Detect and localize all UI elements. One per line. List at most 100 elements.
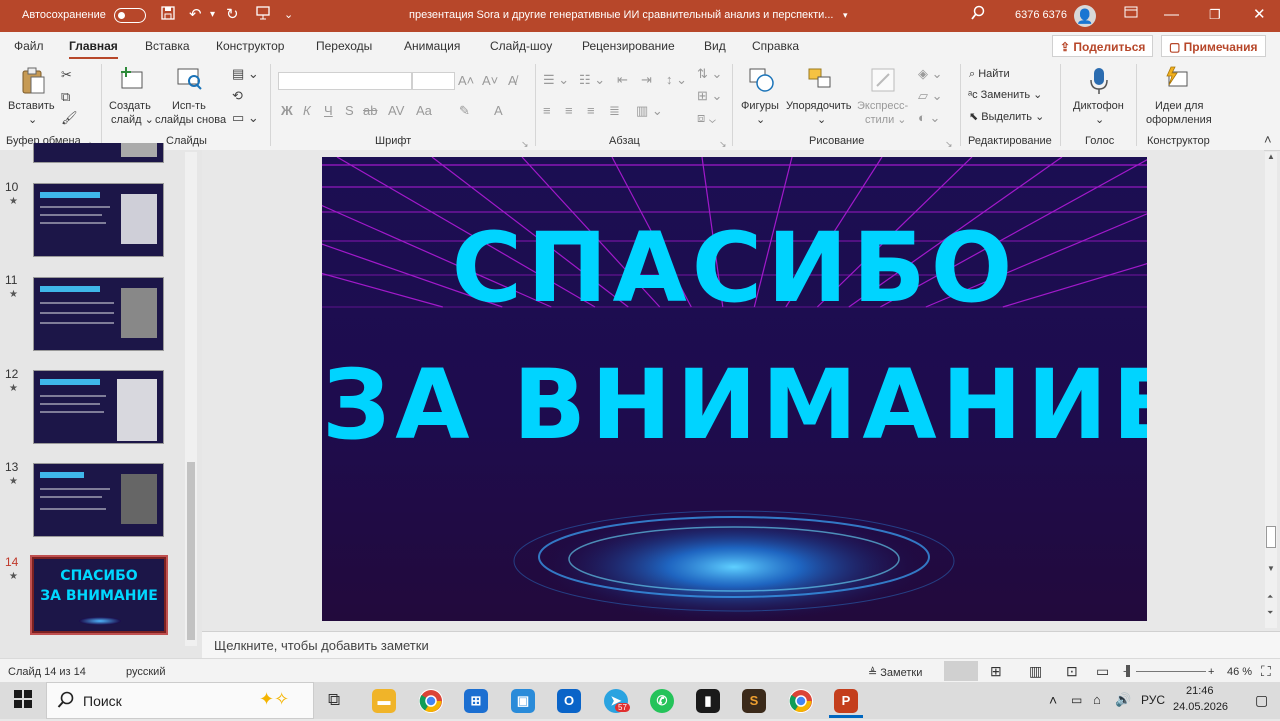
font-size-select[interactable]	[412, 72, 455, 90]
align-text-icon[interactable]: ⊞ ⌄	[697, 88, 722, 104]
volume-icon[interactable]: 🔊	[1115, 692, 1131, 708]
minimize-icon[interactable]: —	[1164, 5, 1179, 25]
dictate-label[interactable]: Диктофон	[1073, 99, 1124, 113]
font-color-icon[interactable]: A	[494, 103, 503, 119]
slide-thumbnail-9[interactable]	[33, 143, 164, 163]
normal-view-icon[interactable]: ⊞	[990, 663, 1002, 680]
shapes-icon[interactable]	[747, 66, 777, 100]
chrome-profile-icon[interactable]	[789, 689, 813, 713]
new-slide-label-2[interactable]: слайд ⌄	[111, 113, 154, 127]
sublime-icon[interactable]: S	[742, 689, 766, 713]
undo-icon[interactable]: ↶	[189, 5, 202, 25]
arrange-icon[interactable]	[806, 66, 836, 100]
taskbar-search[interactable]: Поиск ✦✧	[46, 682, 314, 719]
shapes-dropdown-icon[interactable]: ⌄	[756, 113, 765, 127]
columns-icon[interactable]: ▥ ⌄	[636, 103, 663, 119]
battery-icon[interactable]: ▭	[1071, 693, 1082, 707]
tab-view[interactable]: Вид	[704, 39, 726, 53]
replace-button[interactable]: ᵃc Заменить ⌄	[968, 88, 1042, 102]
next-slide-icon[interactable]: ⏷	[1267, 608, 1273, 618]
undo-dropdown-icon[interactable]: ▾	[210, 5, 215, 25]
fit-slide-icon[interactable]: ⛶	[1261, 663, 1271, 680]
paste-dropdown-icon[interactable]: ⌄	[28, 113, 37, 127]
text-direction-icon[interactable]: ⇅ ⌄	[697, 66, 722, 82]
network-icon[interactable]: ⌂	[1093, 692, 1101, 707]
tab-help[interactable]: Справка	[752, 39, 799, 53]
slide-thumbnail-11[interactable]	[33, 277, 164, 351]
slide-thumbnail-12[interactable]	[33, 370, 164, 444]
slide-scrollbar[interactable]: ▲ ▼ ⏶ ⏷	[1265, 152, 1277, 628]
tab-insert[interactable]: Вставка	[145, 39, 190, 53]
collapse-ribbon-icon[interactable]: ˄	[1264, 132, 1272, 148]
close-icon[interactable]: ✕	[1253, 5, 1266, 25]
quick-styles-label-1[interactable]: Экспресс-	[857, 99, 908, 113]
save-icon[interactable]	[160, 5, 176, 27]
numbering-icon[interactable]: ☷ ⌄	[579, 72, 605, 88]
zoom-slider[interactable]	[1136, 671, 1206, 672]
char-spacing-icon[interactable]: AV	[388, 103, 404, 119]
shadow-icon[interactable]: S	[345, 103, 354, 119]
notification-icon[interactable]: ▢	[1255, 692, 1268, 709]
design-ideas-label-2[interactable]: оформления	[1146, 113, 1212, 127]
share-button[interactable]: ⇪ Поделиться	[1052, 35, 1154, 57]
align-center-icon[interactable]: ≡	[565, 103, 573, 119]
powerpoint-icon[interactable]: P	[834, 689, 858, 713]
align-left-icon[interactable]: ≡	[543, 103, 551, 119]
reuse-slides-icon[interactable]	[176, 66, 204, 98]
tab-review[interactable]: Рецензирование	[582, 39, 675, 53]
increase-font-icon[interactable]: A˄	[458, 73, 474, 89]
new-slide-icon[interactable]	[116, 66, 144, 98]
shape-outline-icon[interactable]: ▱ ⌄	[918, 88, 943, 104]
reuse-slides-label-1[interactable]: Исп-ть	[172, 99, 206, 113]
decrease-indent-icon[interactable]: ⇤	[617, 72, 628, 88]
tray-expand-icon[interactable]: ˄	[1049, 692, 1057, 708]
thumbnail-scrollbar[interactable]	[185, 152, 197, 646]
shapes-label[interactable]: Фигуры	[741, 99, 779, 113]
arrange-label[interactable]: Упорядочить	[786, 99, 851, 113]
microphone-icon[interactable]	[1087, 66, 1111, 102]
reuse-slides-label-2[interactable]: слайды снова	[155, 113, 226, 127]
bold-icon[interactable]: Ж	[281, 103, 293, 119]
current-slide[interactable]: СПАСИБО ЗА ВНИМАНИЕ	[322, 157, 1147, 621]
shape-fill-icon[interactable]: ◈ ⌄	[918, 66, 943, 82]
strikethrough-icon[interactable]: ab	[363, 103, 377, 119]
slide-title-line2[interactable]: ЗА ВНИМАНИЕ	[322, 350, 1147, 460]
whatsapp-icon[interactable]: ✆	[650, 689, 674, 713]
dictate-dropdown-icon[interactable]: ⌄	[1095, 113, 1104, 127]
chrome-icon[interactable]	[419, 689, 443, 713]
input-language[interactable]: РУС	[1141, 693, 1165, 707]
shape-effects-icon[interactable]: ◐ ⌄	[918, 110, 940, 126]
copy-icon[interactable]: ⧉	[61, 89, 70, 105]
new-slide-label-1[interactable]: Создать	[109, 99, 151, 113]
justify-icon[interactable]: ≣	[609, 103, 620, 119]
tab-slideshow[interactable]: Слайд-шоу	[490, 39, 552, 53]
avatar[interactable]: 👤	[1074, 5, 1096, 27]
decrease-font-icon[interactable]: A˅	[482, 73, 498, 89]
zoom-slider-thumb[interactable]	[1126, 665, 1130, 677]
italic-icon[interactable]: К	[303, 103, 311, 119]
task-view-icon[interactable]: ⧉	[328, 690, 340, 710]
notes-app-icon[interactable]: ▮	[696, 689, 720, 713]
slide-thumbnail-14[interactable]: СПАСИБО ЗА ВНИМАНИЕ	[30, 555, 168, 635]
layout-icon[interactable]: ▤ ⌄	[232, 66, 259, 82]
title-dropdown-icon[interactable]: ▾	[843, 5, 848, 25]
cut-icon[interactable]: ✂	[61, 67, 72, 83]
tab-file[interactable]: Файл	[14, 39, 44, 53]
tab-design[interactable]: Конструктор	[216, 39, 284, 53]
search-icon[interactable]	[970, 5, 986, 27]
slide-thumbnail-10[interactable]	[33, 183, 164, 257]
customize-qat-icon[interactable]: ⌄	[284, 5, 293, 25]
reset-icon[interactable]: ⟲	[232, 88, 243, 104]
align-right-icon[interactable]: ≡	[587, 103, 595, 119]
store-icon[interactable]: ⊞	[464, 689, 488, 713]
comments-toggle[interactable]	[944, 661, 978, 681]
scroll-down-icon[interactable]: ▼	[1267, 564, 1275, 573]
line-spacing-icon[interactable]: ↕ ⌄	[666, 72, 687, 88]
language-indicator[interactable]: русский	[126, 666, 165, 678]
windows-start-icon[interactable]	[14, 690, 32, 711]
bullets-icon[interactable]: ☰ ⌄	[543, 72, 569, 88]
paste-icon[interactable]	[20, 66, 46, 102]
previous-slide-icon[interactable]: ⏶	[1267, 592, 1273, 602]
tab-home[interactable]: Главная	[69, 39, 118, 59]
underline-icon[interactable]: Ч	[324, 103, 333, 119]
